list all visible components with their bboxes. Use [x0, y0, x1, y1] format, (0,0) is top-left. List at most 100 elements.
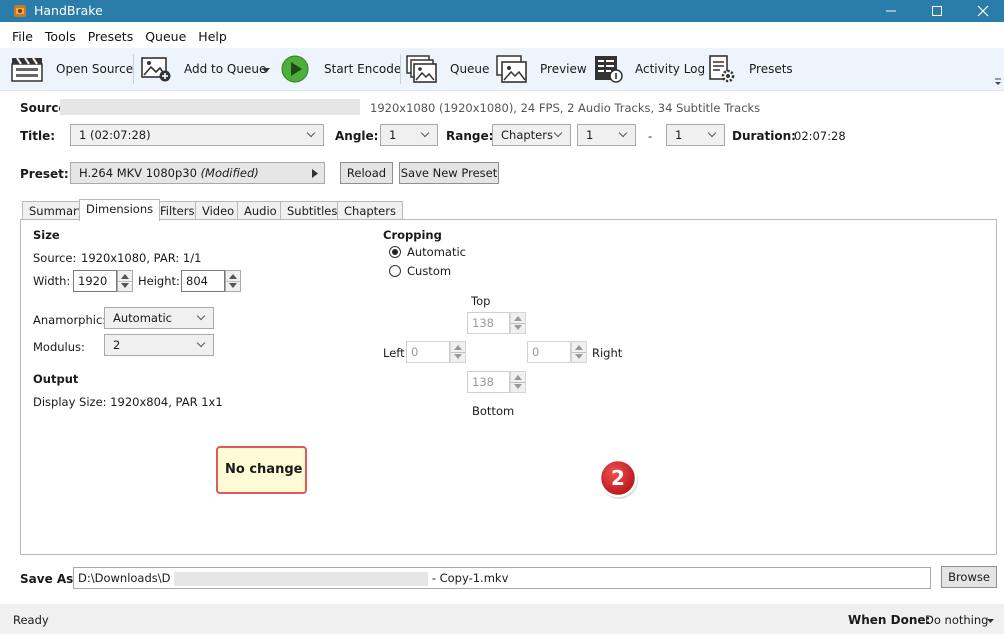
add-to-queue-label: Add to Queue — [184, 62, 267, 76]
crop-right-label: Right — [592, 346, 623, 360]
height-label: Height: — [138, 274, 180, 288]
browse-button[interactable]: Browse — [941, 566, 997, 588]
angle-dropdown-value: 1 — [389, 128, 397, 142]
save-as-path-redacted — [174, 571, 429, 586]
toolbar-overflow-icon[interactable] — [994, 78, 1002, 86]
menu-bar: File Tools Presets Queue Help — [0, 26, 1004, 48]
queue-button[interactable]: Queue — [404, 52, 489, 86]
crop-automatic-radio[interactable] — [389, 246, 401, 258]
chevron-down-icon — [707, 128, 717, 138]
minimize-button[interactable] — [868, 0, 914, 22]
chevron-down-icon — [196, 338, 206, 348]
title-dropdown-value: 1 (02:07:28) — [79, 128, 151, 142]
arrow-up-icon — [229, 274, 237, 279]
display-size: Display Size: 1920x804, PAR 1x1 — [33, 395, 223, 409]
preset-modified: (Modified) — [200, 166, 259, 180]
tab-chapters[interactable]: Chapters — [337, 201, 403, 220]
width-input[interactable]: 1920 — [73, 270, 117, 292]
modulus-value: 2 — [113, 338, 121, 352]
crop-left-stepper[interactable] — [450, 341, 466, 363]
width-stepper[interactable] — [117, 270, 133, 292]
chevron-down-icon — [553, 128, 563, 138]
close-button[interactable] — [960, 0, 1004, 22]
presets-button[interactable]: Presets — [706, 52, 793, 86]
crop-right-input[interactable]: 0 — [527, 341, 571, 363]
menu-file[interactable]: File — [6, 26, 39, 48]
chevron-down-icon — [196, 311, 206, 321]
crop-top-label: Top — [471, 294, 491, 308]
tab-dimensions[interactable]: Dimensions — [79, 199, 161, 221]
chevron-down-icon — [262, 68, 270, 73]
preset-selector[interactable]: H.264 MKV 1080p30 (Modified) — [70, 162, 325, 184]
play-icon — [281, 55, 309, 83]
crop-left-label: Left — [383, 346, 405, 360]
angle-dropdown[interactable]: 1 — [380, 124, 438, 146]
anamorphic-value: Automatic — [113, 311, 172, 325]
save-as-input[interactable]: D:\Downloads\D - Copy-1.mkv — [73, 567, 931, 589]
chevron-down-icon — [618, 128, 628, 138]
arrow-up-icon — [514, 375, 522, 380]
when-done-label: When Done: — [848, 613, 931, 627]
stepper-divider — [511, 323, 525, 324]
start-encode-label: Start Encode — [324, 62, 402, 76]
output-heading: Output — [33, 372, 79, 386]
crop-top-input[interactable]: 138 — [467, 312, 510, 334]
start-encode-button[interactable]: Start Encode — [280, 52, 401, 86]
preview-button[interactable]: Preview — [494, 52, 588, 86]
title-label: Title: — [20, 129, 56, 143]
range-end-dropdown[interactable]: 1 — [666, 124, 725, 146]
menu-queue[interactable]: Queue — [139, 26, 192, 48]
window-title: HandBrake — [34, 3, 103, 18]
menu-help[interactable]: Help — [192, 26, 233, 48]
crop-bottom-input[interactable]: 138 — [467, 371, 510, 393]
size-heading: Size — [33, 228, 60, 242]
add-image-icon — [141, 57, 171, 82]
title-bar: HandBrake — [0, 0, 1004, 22]
range-type-dropdown[interactable]: Chapters — [492, 124, 571, 146]
angle-label: Angle: — [335, 129, 379, 143]
tab-video[interactable]: Video — [195, 201, 242, 220]
width-label: Width: — [33, 274, 71, 288]
menu-tools[interactable]: Tools — [39, 26, 82, 48]
when-done-value: Do nothing — [925, 613, 989, 627]
activity-log-button[interactable]: Activity Log — [592, 52, 706, 86]
arrow-up-icon — [454, 345, 462, 350]
anamorphic-label: Anamorphic: — [33, 313, 107, 327]
menu-presets[interactable]: Presets — [82, 26, 140, 48]
chevron-down-icon — [306, 128, 316, 138]
height-input[interactable]: 804 — [181, 270, 225, 292]
when-done-dropdown[interactable]: Do nothing — [924, 611, 998, 629]
arrow-up-icon — [514, 316, 522, 321]
crop-right-stepper[interactable] — [571, 341, 587, 363]
arrow-down-icon — [229, 283, 237, 288]
handbrake-logo-icon — [14, 5, 26, 17]
crop-top-stepper[interactable] — [510, 312, 526, 334]
crop-left-input[interactable]: 0 — [406, 341, 450, 363]
add-to-queue-button[interactable]: Add to Queue — [138, 52, 274, 86]
status-text: Ready — [13, 613, 49, 627]
arrow-down-icon — [121, 283, 129, 288]
open-source-button[interactable]: Open Source — [8, 52, 133, 86]
modulus-dropdown[interactable]: 2 — [104, 334, 214, 356]
height-stepper[interactable] — [225, 270, 241, 292]
tab-audio[interactable]: Audio — [237, 201, 284, 220]
crop-bottom-stepper[interactable] — [510, 371, 526, 393]
queue-stack-icon — [406, 55, 437, 83]
tab-subtitles[interactable]: Subtitles — [280, 201, 345, 220]
preview-image-icon — [496, 55, 527, 83]
range-start-dropdown[interactable]: 1 — [577, 124, 636, 146]
source-path-redacted — [60, 99, 360, 115]
crop-custom-radio[interactable] — [389, 265, 401, 277]
save-new-preset-button[interactable]: Save New Preset — [399, 162, 499, 184]
toolbar: Open Source Add to Queue Start Encode Qu… — [0, 48, 1004, 91]
crop-automatic-label: Automatic — [407, 245, 466, 259]
cropping-heading: Cropping — [383, 228, 442, 242]
reload-button[interactable]: Reload — [340, 162, 393, 184]
anamorphic-dropdown[interactable]: Automatic — [104, 307, 214, 329]
size-source-value: 1920x1080, PAR: 1/1 — [81, 251, 202, 265]
activity-log-label: Activity Log — [635, 62, 706, 76]
title-dropdown[interactable]: 1 (02:07:28) — [70, 124, 324, 146]
step-number-badge: 2 — [598, 458, 638, 499]
arrow-down-icon — [575, 354, 583, 359]
maximize-button[interactable] — [914, 0, 960, 22]
